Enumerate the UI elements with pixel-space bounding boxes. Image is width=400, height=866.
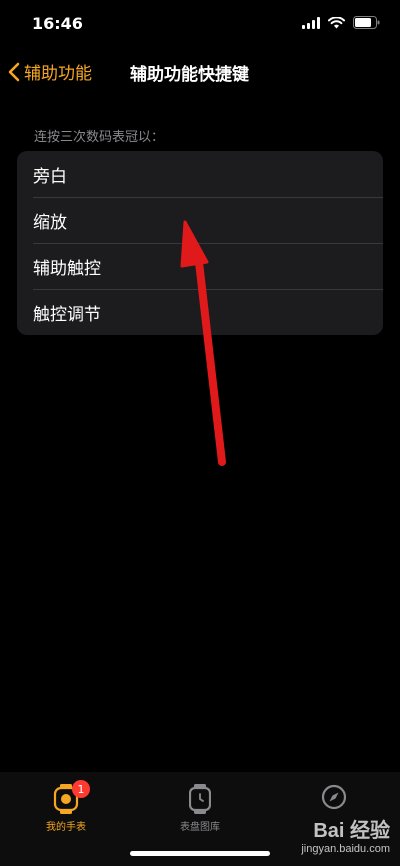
watermark: Bai 经验 jingyan.baidu.com [301,814,390,855]
tab-label: 我的手表 [46,822,86,833]
tab-face-gallery[interactable]: 表盘图库 [150,784,250,833]
watermark-sub: jingyan.baidu.com [301,843,390,855]
notification-badge: 1 [72,780,90,798]
home-indicator[interactable] [130,851,270,856]
tab-label: 表盘图库 [180,822,220,833]
annotation-arrow [180,220,226,466]
watermark-main: Bai 经验 [313,820,390,842]
tab-my-watch[interactable]: 1 我的手表 [16,780,116,833]
tab-discover[interactable] [284,784,384,810]
compass-icon [321,784,347,810]
watch-face-icon [189,784,211,814]
